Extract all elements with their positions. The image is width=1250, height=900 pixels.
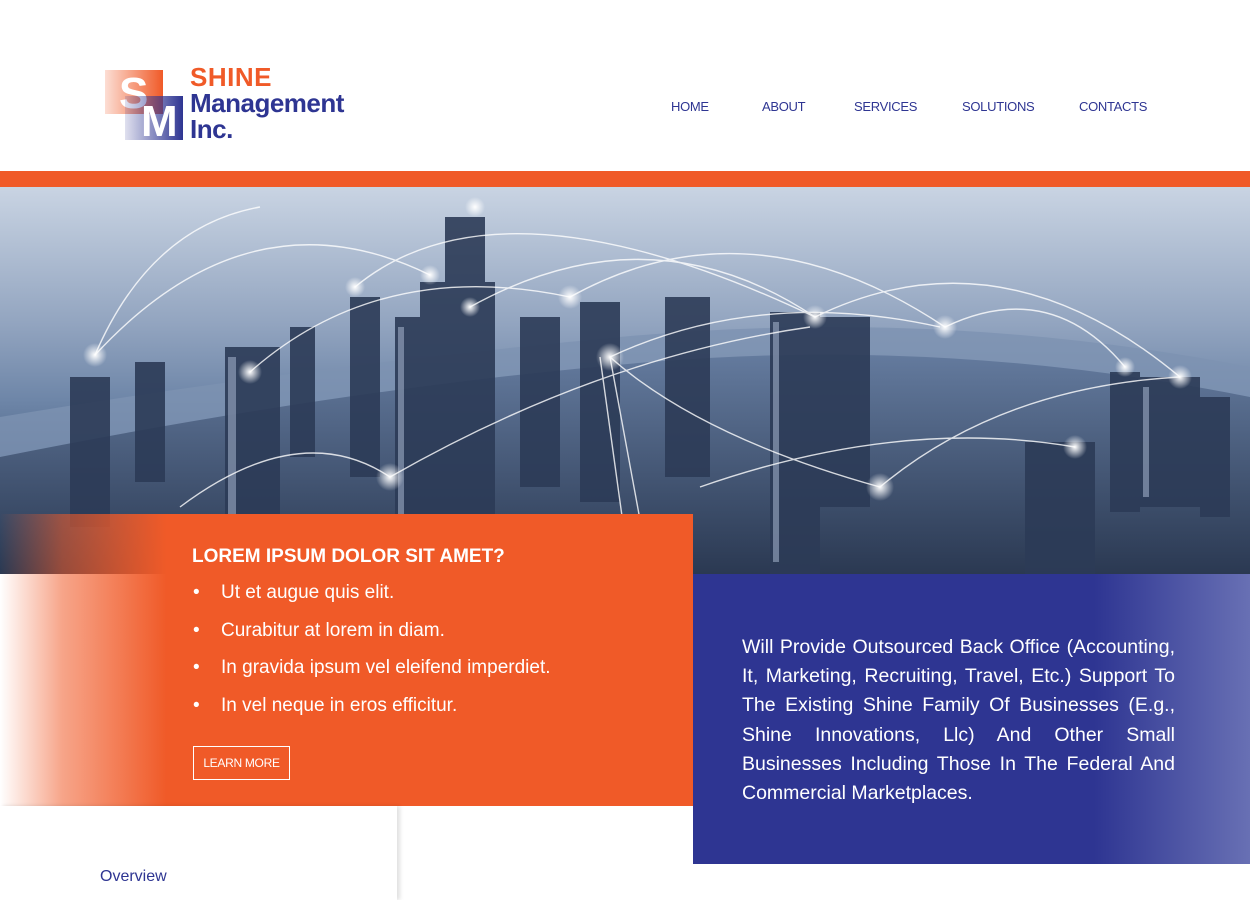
logo-line-inc: Inc. [190,114,233,144]
nav-home[interactable]: HOME [671,99,709,114]
overview-card [0,806,397,900]
bullet-icon: • [193,694,200,716]
nav-about[interactable]: ABOUT [762,99,806,114]
learn-more-button[interactable]: LEARN MORE [193,746,290,780]
promo-title: LOREM IPSUM DOLOR SIT AMET? [192,546,505,567]
nav-contacts[interactable]: CONTACTS [1079,99,1147,114]
overview-link[interactable]: Overview [100,868,167,886]
bullet-icon: • [193,582,200,603]
bullet-icon: • [193,619,200,641]
nav-solutions[interactable]: SOLUTIONS [962,99,1035,114]
list-item-text: In gravida ipsum vel eleifend imperdiet. [221,657,551,678]
info-description: Will Provide Outsourced Back Office (Acc… [742,636,1175,805]
list-item: • Ut et augue quis elit. [192,580,551,618]
main-nav: HOME ABOUT SERVICES SOLUTIONS CONTACTS [0,99,1250,119]
list-item-text: Curabitur at lorem in diam. [221,619,445,641]
header-accent-bar [0,171,1250,187]
nav-services[interactable]: SERVICES [854,99,917,114]
promo-bullet-list: • Ut et augue quis elit. • Curabitur at lo… [192,580,551,730]
list-item: • In gravida ipsum vel eleifend imperdiet… [192,655,551,693]
list-item: • Curabitur at lorem in diam. [192,618,551,656]
bullet-icon: • [193,657,200,678]
list-item: • In vel neque in eros efficitur. [192,693,551,731]
list-item-text: In vel neque in eros efficitur. [221,694,458,716]
list-item-text: Ut et augue quis elit. [221,582,395,603]
logo-line-shine: SHINE [190,62,272,92]
